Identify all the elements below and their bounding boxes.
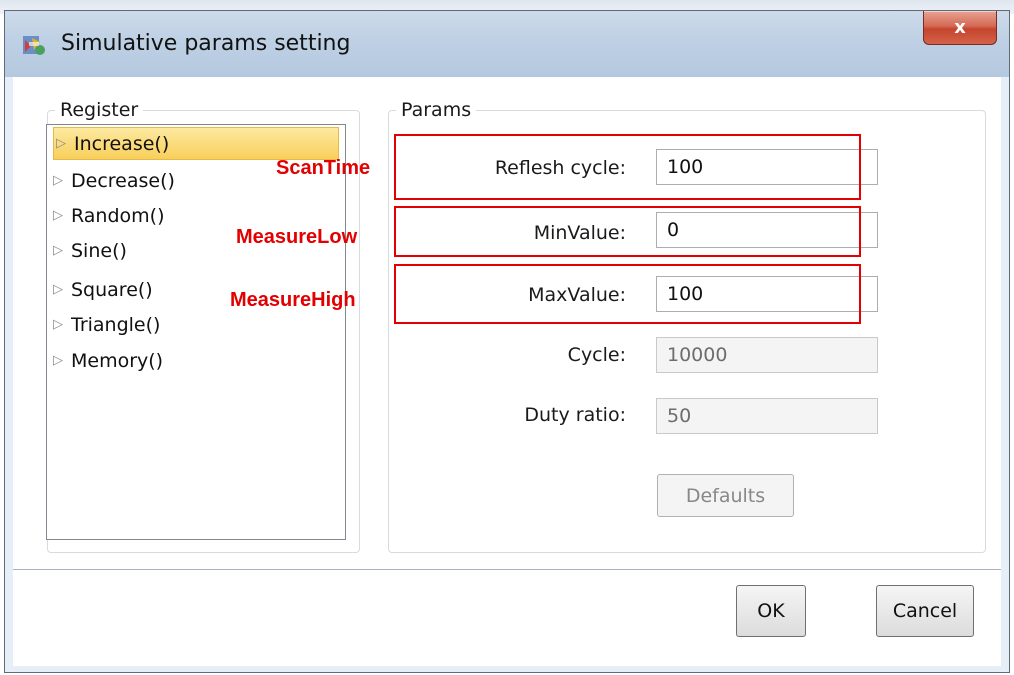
params-legend: Params (401, 99, 472, 121)
duty-ratio-field[interactable]: 50 (656, 398, 878, 434)
tree-item-random[interactable]: ▷ Random() (53, 199, 165, 232)
tree-item-square[interactable]: ▷ Square() (53, 273, 153, 306)
duty-ratio-label: Duty ratio: (524, 404, 626, 426)
tree-item-label: Increase() (74, 132, 170, 155)
tree-item-sine[interactable]: ▷ Sine() (53, 234, 127, 267)
expand-arrow-icon[interactable]: ▷ (53, 208, 67, 223)
close-button[interactable]: x (923, 11, 997, 45)
tree-item-label: Memory() (71, 349, 164, 372)
expand-arrow-icon[interactable]: ▷ (53, 353, 67, 368)
tree-item-increase[interactable]: ▷ Increase() (53, 127, 339, 160)
tree-item-label: Square() (71, 278, 153, 301)
cycle-label: Cycle: (567, 344, 626, 366)
expand-arrow-icon[interactable]: ▷ (53, 173, 67, 188)
tree-item-decrease[interactable]: ▷ Decrease() (53, 164, 175, 197)
defaults-button[interactable]: Defaults (657, 474, 794, 517)
window-title: Simulative params setting (61, 31, 351, 56)
cycle-field[interactable]: 10000 (656, 337, 878, 373)
annotation-label-measurehigh: MeasureHigh (230, 289, 356, 311)
expand-arrow-icon[interactable]: ▷ (53, 243, 67, 258)
tree-item-memory[interactable]: ▷ Memory() (53, 344, 163, 377)
close-icon: x (954, 17, 966, 38)
register-legend: Register (60, 99, 139, 121)
title-bar[interactable]: Simulative params setting x (5, 11, 1009, 77)
app-icon (23, 36, 45, 55)
expand-arrow-icon[interactable]: ▷ (56, 136, 70, 151)
tree-item-label: Triangle() (71, 313, 161, 336)
annotation-box-measurelow (394, 206, 861, 257)
annotation-label-scantime: ScanTime (276, 157, 371, 179)
tree-item-label: Random() (71, 204, 165, 227)
expand-arrow-icon[interactable]: ▷ (53, 317, 67, 332)
tree-item-triangle[interactable]: ▷ Triangle() (53, 308, 160, 341)
ok-button[interactable]: OK (736, 585, 806, 637)
tree-item-label: Sine() (71, 239, 127, 262)
cancel-button[interactable]: Cancel (876, 585, 974, 637)
register-tree[interactable]: ▷ Increase() ▷ Decrease() ▷ Random() ▷ S… (46, 124, 346, 540)
expand-arrow-icon[interactable]: ▷ (53, 282, 67, 297)
annotation-box-scantime (394, 134, 861, 200)
annotation-box-measurehigh (394, 264, 861, 324)
tree-item-label: Decrease() (71, 169, 175, 192)
footer-area (13, 570, 1001, 666)
annotation-label-measurelow: MeasureLow (236, 226, 358, 248)
